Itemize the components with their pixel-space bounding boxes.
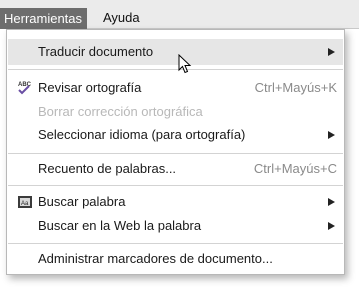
menu-item-label: Traducir documento [38, 44, 154, 59]
menu-item-recuento-palabras[interactable]: Recuento de palabras... Ctrl+Mayús+C [8, 156, 343, 182]
menu-item-label: Buscar palabra [38, 194, 126, 209]
menu-item-label: Revisar ortografía [38, 80, 142, 95]
menu-item-revisar-ortografia[interactable]: ABC Revisar ortografía Ctrl+Mayús+K [8, 75, 343, 101]
svg-text:ABC: ABC [18, 82, 32, 88]
menu-item-shortcut: Ctrl+Mayús+K [254, 80, 337, 95]
menu-item-buscar-palabra[interactable]: Aa Buscar palabra [8, 189, 343, 215]
menu-item-buscar-web[interactable]: Buscar en la Web la palabra [8, 213, 343, 239]
menu-herramientas[interactable]: Herramientas [0, 8, 88, 29]
menu-item-shortcut: Ctrl+Mayús+C [253, 161, 337, 176]
submenu-arrow-icon [328, 131, 335, 139]
svg-text:Aa: Aa [21, 201, 29, 207]
dictionary-icon: Aa [17, 194, 33, 210]
menu-separator [8, 243, 343, 244]
submenu-arrow-icon [328, 48, 335, 56]
menu-separator [8, 185, 343, 186]
menu-item-label: Recuento de palabras... [38, 161, 177, 176]
menu-bar: Herramientas Ayuda [0, 0, 359, 29]
spellcheck-icon: ABC [17, 80, 33, 96]
menu-item-traducir-documento[interactable]: Traducir documento [8, 39, 343, 65]
submenu-arrow-icon [328, 222, 335, 230]
menu-item-label: Seleccionar idioma (para ortografía) [38, 127, 246, 142]
menu-separator [8, 69, 343, 70]
menu-separator [8, 153, 343, 154]
menu-item-administrar-marcadores[interactable]: Administrar marcadores de documento... [8, 246, 343, 272]
menu-item-label: Administrar marcadores de documento... [38, 251, 273, 266]
screen: Herramientas Ayuda Traducir documento AB… [0, 0, 359, 287]
submenu-arrow-icon [328, 198, 335, 206]
tools-dropdown-menu: Traducir documento ABC Revisar ortografí… [6, 29, 345, 275]
mouse-cursor-icon [178, 54, 192, 74]
menu-item-label: Borrar corrección ortográfica [38, 104, 203, 119]
menu-item-seleccionar-idioma[interactable]: Seleccionar idioma (para ortografía) [8, 122, 343, 148]
menu-item-label: Buscar en la Web la palabra [38, 218, 202, 233]
menu-ayuda[interactable]: Ayuda [99, 7, 144, 29]
